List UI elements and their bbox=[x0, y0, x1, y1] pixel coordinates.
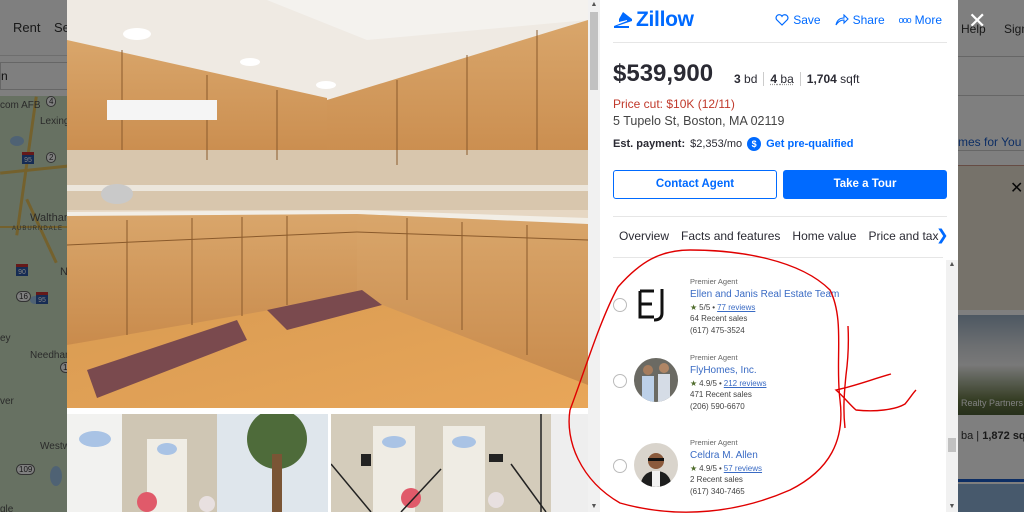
exterior-photo-2[interactable] bbox=[331, 414, 588, 512]
heart-icon bbox=[775, 14, 789, 26]
listing-address: 5 Tupelo St, Boston, MA 02119 bbox=[613, 114, 785, 128]
scrollbar-thumb[interactable] bbox=[948, 438, 956, 452]
star-icon: ★ bbox=[690, 463, 698, 473]
close-icon[interactable]: ✕ bbox=[968, 8, 986, 34]
est-payment-label: Est. payment: bbox=[613, 138, 686, 150]
agent-info: Premier Agent FlyHomes, Inc. ★ 4.9/5 • 21… bbox=[690, 352, 766, 412]
bottom-edge bbox=[0, 512, 1024, 520]
agent-photo bbox=[634, 358, 678, 402]
listing-price: $539,900 bbox=[613, 60, 714, 87]
tab-home-value[interactable]: Home value bbox=[792, 229, 856, 243]
scrollbar-thumb[interactable] bbox=[590, 12, 598, 90]
zillow-wordmark: Zillow bbox=[636, 8, 694, 31]
est-payment-value[interactable]: $2,353/mo bbox=[690, 138, 742, 150]
scroll-up-icon[interactable]: ▲ bbox=[946, 260, 958, 270]
agent-rating: ★ 4.9/5 • 212 reviews bbox=[690, 378, 767, 390]
recent-sales: 471 Recent sales bbox=[690, 390, 752, 399]
listing-stats: 3 bd 4 ba 1,704 sqft bbox=[734, 72, 866, 86]
agent-item[interactable]: Premier Agent FlyHomes, Inc. ★ 4.9/5 • 21… bbox=[600, 352, 946, 434]
agent-phone: (617) 340-7465 bbox=[690, 486, 745, 496]
screen: Rent Se n com AFB Lexingt Waltham AUBURN… bbox=[0, 0, 1024, 520]
listing-actions: Save Share ooo More bbox=[775, 13, 942, 27]
share-button[interactable]: Share bbox=[835, 13, 885, 27]
agent-radio[interactable] bbox=[613, 374, 627, 388]
agent-rating: ★ 5/5 • 77 reviews bbox=[690, 302, 756, 314]
more-label: More bbox=[914, 13, 942, 27]
save-label: Save bbox=[793, 13, 821, 27]
agent-logo-ej bbox=[634, 283, 678, 327]
agent-info: Premier Agent Celdra M. Allen ★ 4.9/5 • 5… bbox=[690, 437, 762, 497]
save-button[interactable]: Save bbox=[775, 13, 821, 27]
contact-agent-button[interactable]: Contact Agent bbox=[613, 170, 777, 199]
star-icon: ★ bbox=[690, 302, 698, 312]
zillow-house-icon bbox=[614, 12, 632, 28]
estimated-payment: Est. payment: $2,353/mo $ Get pre-qualif… bbox=[613, 137, 854, 151]
header-divider bbox=[613, 42, 947, 43]
agent-item[interactable]: Premier Agent Ellen and Janis Real Estat… bbox=[600, 268, 946, 350]
agent-rating: ★ 4.9/5 • 57 reviews bbox=[690, 463, 763, 475]
exterior-photo-1[interactable] bbox=[67, 414, 328, 512]
reviews-link[interactable]: 212 reviews bbox=[724, 378, 767, 390]
take-a-tour-button[interactable]: Take a Tour bbox=[783, 170, 947, 199]
price-cut-notice: Price cut: $10K (12/11) bbox=[613, 97, 735, 111]
reviews-link[interactable]: 77 reviews bbox=[717, 302, 755, 314]
share-label: Share bbox=[852, 13, 885, 27]
agent-name[interactable]: Celdra M. Allen bbox=[690, 449, 762, 463]
agent-radio[interactable] bbox=[613, 459, 627, 473]
divider bbox=[613, 257, 943, 258]
divider bbox=[613, 216, 947, 217]
tab-facts-and-features[interactable]: Facts and features bbox=[681, 229, 780, 243]
scroll-down-icon[interactable]: ▼ bbox=[588, 502, 600, 512]
photo-gallery bbox=[67, 0, 588, 512]
kitchen-photo[interactable] bbox=[67, 0, 588, 408]
gallery-scrollbar[interactable]: ▲ ▼ bbox=[588, 0, 600, 512]
dollar-icon: $ bbox=[747, 137, 762, 151]
agent-list-scrollbar[interactable]: ▲ ▼ bbox=[946, 260, 958, 512]
agent-name[interactable]: FlyHomes, Inc. bbox=[690, 364, 766, 378]
agent-info: Premier Agent Ellen and Janis Real Estat… bbox=[690, 276, 839, 336]
agent-phone: (206) 590-6670 bbox=[690, 401, 745, 411]
scroll-down-icon[interactable]: ▼ bbox=[946, 502, 958, 512]
agent-name[interactable]: Ellen and Janis Real Estate Team bbox=[690, 288, 839, 302]
tab-price-and-tax-history[interactable]: Price and tax hist bbox=[868, 229, 939, 243]
share-icon bbox=[835, 14, 849, 26]
agent-list: Premier Agent Ellen and Janis Real Estat… bbox=[600, 260, 958, 512]
chevron-right-icon[interactable]: ❯ bbox=[936, 226, 949, 244]
recent-sales: 2 Recent sales bbox=[690, 475, 743, 484]
beds-stat: 3 bd bbox=[734, 72, 758, 86]
more-icon: ooo bbox=[898, 15, 912, 25]
premier-agent-tag: Premier Agent bbox=[690, 353, 738, 362]
recent-sales: 64 Recent sales bbox=[690, 314, 748, 323]
agent-radio[interactable] bbox=[613, 298, 627, 312]
sqft-stat: 1,704 sqft bbox=[799, 72, 866, 86]
premier-agent-tag: Premier Agent bbox=[690, 277, 738, 286]
agent-phone: (617) 475-3524 bbox=[690, 325, 745, 335]
zillow-logo[interactable]: Zillow bbox=[613, 8, 694, 32]
listing-tabs: Overview Facts and features Home value P… bbox=[619, 229, 939, 243]
get-prequalified-link[interactable]: Get pre-qualified bbox=[766, 138, 853, 150]
premier-agent-tag: Premier Agent bbox=[690, 438, 738, 447]
tab-overview[interactable]: Overview bbox=[619, 229, 669, 243]
star-icon: ★ bbox=[690, 378, 698, 388]
agent-photo bbox=[634, 443, 678, 487]
reviews-link[interactable]: 57 reviews bbox=[724, 463, 762, 475]
scroll-up-icon[interactable]: ▲ bbox=[588, 0, 600, 10]
agent-item[interactable]: Premier Agent Celdra M. Allen ★ 4.9/5 • 5… bbox=[600, 436, 946, 512]
baths-stat[interactable]: 4 ba bbox=[763, 72, 799, 86]
more-button[interactable]: ooo More bbox=[899, 13, 942, 27]
